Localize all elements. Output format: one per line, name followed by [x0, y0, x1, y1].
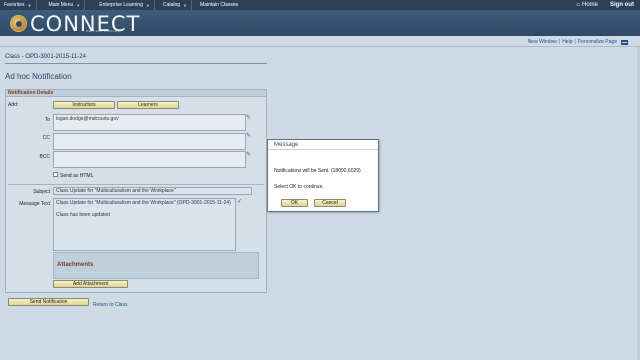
spell-check-icon[interactable]: ✓ — [237, 198, 242, 205]
home-icon: ⌂ — [576, 2, 580, 8]
nav-label: Main Menu — [48, 2, 74, 8]
message-line-1: Class Update for "Multiculturalism and t… — [56, 200, 231, 206]
home-label: Home — [581, 2, 598, 8]
nav-label: Enterprise Learning — [99, 2, 143, 8]
banner: CONNECT Maryland Judiciary — [0, 10, 640, 36]
message-dialog: Message Notifications will be Sent. (180… — [267, 139, 379, 212]
logo-subtitle: Maryland Judiciary — [86, 29, 121, 33]
nav-favorites[interactable]: Favorites ▼ — [0, 0, 37, 10]
message-text-area[interactable]: Class Update for "Multiculturalism and t… — [53, 198, 236, 251]
instructors-button[interactable]: Instructors — [53, 101, 115, 109]
learners-button[interactable]: Learners — [117, 101, 179, 109]
send-as-html-checkbox[interactable] — [53, 172, 58, 177]
nav-enterprise-learning[interactable]: Enterprise Learning ▼ — [85, 0, 155, 10]
nav-label: Catalog — [162, 2, 181, 8]
subject-field[interactable]: Class Update for "Multiculturalism and t… — [53, 187, 252, 195]
page-links: New Window | Help | Personalize Page — [528, 39, 628, 45]
chevron-down-icon: ▼ — [183, 2, 188, 8]
nav-label: Favorites — [4, 2, 25, 8]
top-nav-bar: Favorites ▼ Main Menu ▼ Enterprise Learnin… — [0, 0, 640, 10]
nav-catalog[interactable]: Catalog ▼ — [155, 0, 193, 10]
nav-main-menu[interactable]: Main Menu ▼ — [37, 0, 86, 10]
grid-icon[interactable] — [621, 39, 628, 45]
cc-field[interactable] — [53, 133, 246, 150]
to-label: To — [44, 117, 50, 123]
section-title: Notification Details — [6, 90, 266, 97]
sign-out-link[interactable]: Sign out — [610, 2, 634, 8]
personalize-page-link[interactable]: Personalize Page — [578, 39, 617, 45]
message-line-2: Class has been updated — [56, 212, 110, 218]
send-as-html-label: Send as HTML — [60, 173, 94, 179]
breadcrumb: Class - OPD-3001-2015-11-24 — [5, 54, 86, 60]
cc-label: CC — [42, 135, 50, 141]
dialog-message: Notifications will be Sent. (18092,6029) — [274, 168, 361, 174]
to-field[interactable]: logan.dodge@mdcourts.gov — [53, 114, 246, 131]
edit-icon[interactable]: ✎ — [246, 132, 251, 139]
edit-icon[interactable]: ✎ — [246, 114, 251, 121]
dialog-instruction: Select OK to continue. — [274, 184, 324, 190]
cancel-button[interactable]: Cancel — [314, 199, 346, 207]
header-divider — [0, 46, 640, 47]
nav-label: Maintain Classes — [200, 2, 239, 8]
add-label: Add: — [8, 102, 19, 108]
divider — [8, 184, 264, 185]
edit-icon[interactable]: ✎ — [246, 151, 251, 158]
seal-logo-icon — [10, 15, 27, 32]
breadcrumb-divider — [5, 63, 267, 64]
chevron-down-icon: ▼ — [145, 2, 150, 8]
page-title: Ad hoc Notification — [5, 72, 72, 81]
chevron-down-icon: ▼ — [76, 2, 81, 8]
send-notification-button[interactable]: Send Notification — [8, 298, 89, 306]
return-to-class-link[interactable]: Return to Class — [93, 302, 127, 308]
home-link[interactable]: ⌂ Home — [576, 2, 598, 8]
add-attachment-button[interactable]: Add Attachment — [53, 280, 128, 288]
attachments-title: Attachments — [57, 262, 94, 268]
nav-maintain-classes[interactable]: Maintain Classes — [192, 0, 242, 10]
ok-button[interactable]: OK — [281, 199, 308, 207]
subject-label: Subject — [33, 189, 50, 195]
message-text-label: Message Text — [19, 201, 50, 207]
bcc-field[interactable] — [53, 151, 246, 168]
dialog-title: Message — [268, 140, 378, 150]
attachments-section: Attachments — [53, 252, 259, 279]
new-window-link[interactable]: New Window — [528, 39, 557, 45]
bcc-label: BCC — [39, 154, 50, 160]
help-link[interactable]: Help — [562, 39, 572, 45]
chevron-down-icon: ▼ — [27, 2, 32, 8]
notification-details-group: Notification Details Add: Instructors Le… — [5, 89, 267, 293]
